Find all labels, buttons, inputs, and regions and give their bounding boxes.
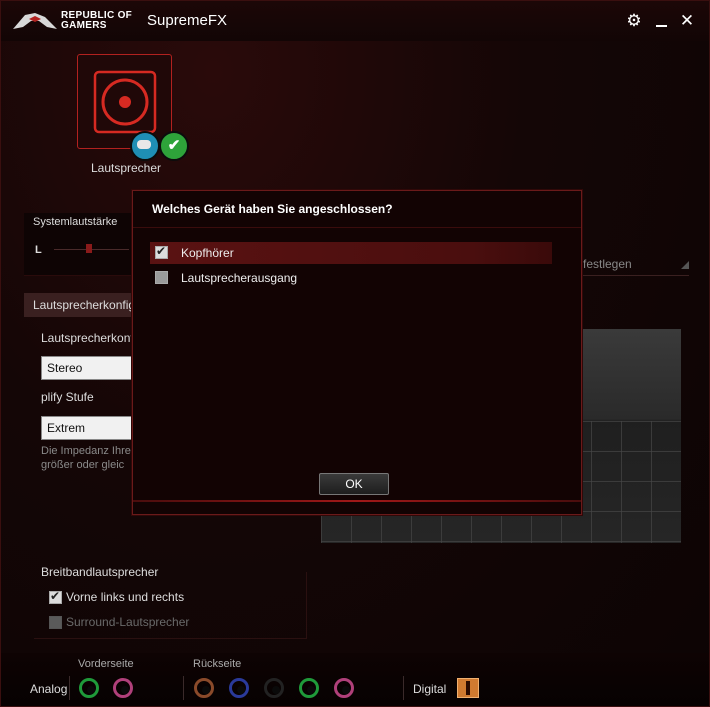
- front-lr-checkbox[interactable]: [49, 589, 62, 604]
- chat-icon: [130, 131, 160, 161]
- digital-port-icon[interactable]: [457, 678, 479, 698]
- analog-label: Analog: [30, 682, 68, 696]
- fullrange-title: Breitbandlautsprecher: [41, 565, 159, 579]
- dialog-divider: [133, 227, 581, 228]
- front-panel-label: Vorderseite: [78, 658, 134, 670]
- divider: [403, 676, 404, 700]
- minimize-icon[interactable]: [651, 13, 671, 33]
- set-default-label: festlegen: [583, 257, 632, 271]
- amp-level-label: plify Stufe: [41, 390, 94, 404]
- app-title: SupremeFX: [147, 12, 228, 29]
- brand-text: REPUBLIC OF GAMERS: [61, 11, 132, 31]
- system-volume-label: Systemlautstärke: [33, 216, 118, 228]
- title-bar: REPUBLIC OF GAMERS SupremeFX ⚙ ✕: [1, 1, 709, 41]
- dialog-bottom-accent: [133, 500, 581, 502]
- brand-line-2: GAMERS: [61, 20, 107, 31]
- front-jack-green[interactable]: [79, 678, 99, 698]
- amp-level-select[interactable]: Extrem: [41, 416, 136, 440]
- tab-speaker-config[interactable]: Lautsprecherkonfig: [24, 293, 136, 317]
- ok-button[interactable]: OK: [319, 473, 389, 495]
- impedance-hint-line-1: Die Impedanz Ihre: [41, 445, 131, 457]
- headphones-label: Kopfhörer: [181, 246, 234, 260]
- impedance-hint-line-2: größer oder gleic: [41, 459, 125, 471]
- speaker-config-label: Lautsprecherkonf: [41, 331, 134, 345]
- speaker-out-label: Lautsprecherausgang: [181, 271, 298, 285]
- front-jack-pink[interactable]: [113, 678, 133, 698]
- corner-marker-icon: [681, 261, 689, 269]
- speaker-icon: [93, 70, 157, 134]
- rear-jack-blue[interactable]: [229, 678, 249, 698]
- rog-logo-icon: [13, 13, 57, 29]
- rear-panel-label: Rückseite: [193, 658, 242, 670]
- surround-checkbox[interactable]: [49, 616, 62, 629]
- digital-label: Digital: [413, 682, 447, 696]
- divider: [183, 676, 184, 700]
- close-icon[interactable]: ✕: [677, 11, 697, 31]
- speaker-device-tile[interactable]: [77, 54, 172, 149]
- speaker-out-checkbox[interactable]: [155, 271, 168, 284]
- headphones-checkbox[interactable]: [155, 244, 168, 259]
- option-speaker-out[interactable]: Lautsprecherausgang: [150, 267, 552, 289]
- left-channel-label: L: [35, 244, 42, 256]
- gear-icon[interactable]: ⚙: [624, 11, 644, 31]
- device-detection-dialog: Welches Gerät haben Sie angeschlossen? K…: [132, 190, 582, 515]
- rear-jack-black[interactable]: [264, 678, 284, 698]
- option-headphones[interactable]: Kopfhörer: [150, 242, 552, 264]
- front-lr-label: Vorne links und rechts: [66, 590, 185, 604]
- rear-jack-green[interactable]: [299, 678, 319, 698]
- surround-label: Surround-Lautsprecher: [66, 615, 190, 629]
- app-window: REPUBLIC OF GAMERS SupremeFX ⚙ ✕ ✔ Lauts…: [0, 0, 710, 707]
- speaker-config-select[interactable]: Stereo: [41, 356, 136, 380]
- device-label: Lautsprecher: [90, 161, 162, 175]
- rear-jack-pink[interactable]: [334, 678, 354, 698]
- dialog-title: Welches Gerät haben Sie angeschlossen?: [152, 202, 393, 216]
- divider: [69, 676, 70, 700]
- volume-slider-handle[interactable]: [86, 244, 92, 253]
- rear-jack-orange[interactable]: [194, 678, 214, 698]
- check-icon: ✔: [159, 131, 189, 161]
